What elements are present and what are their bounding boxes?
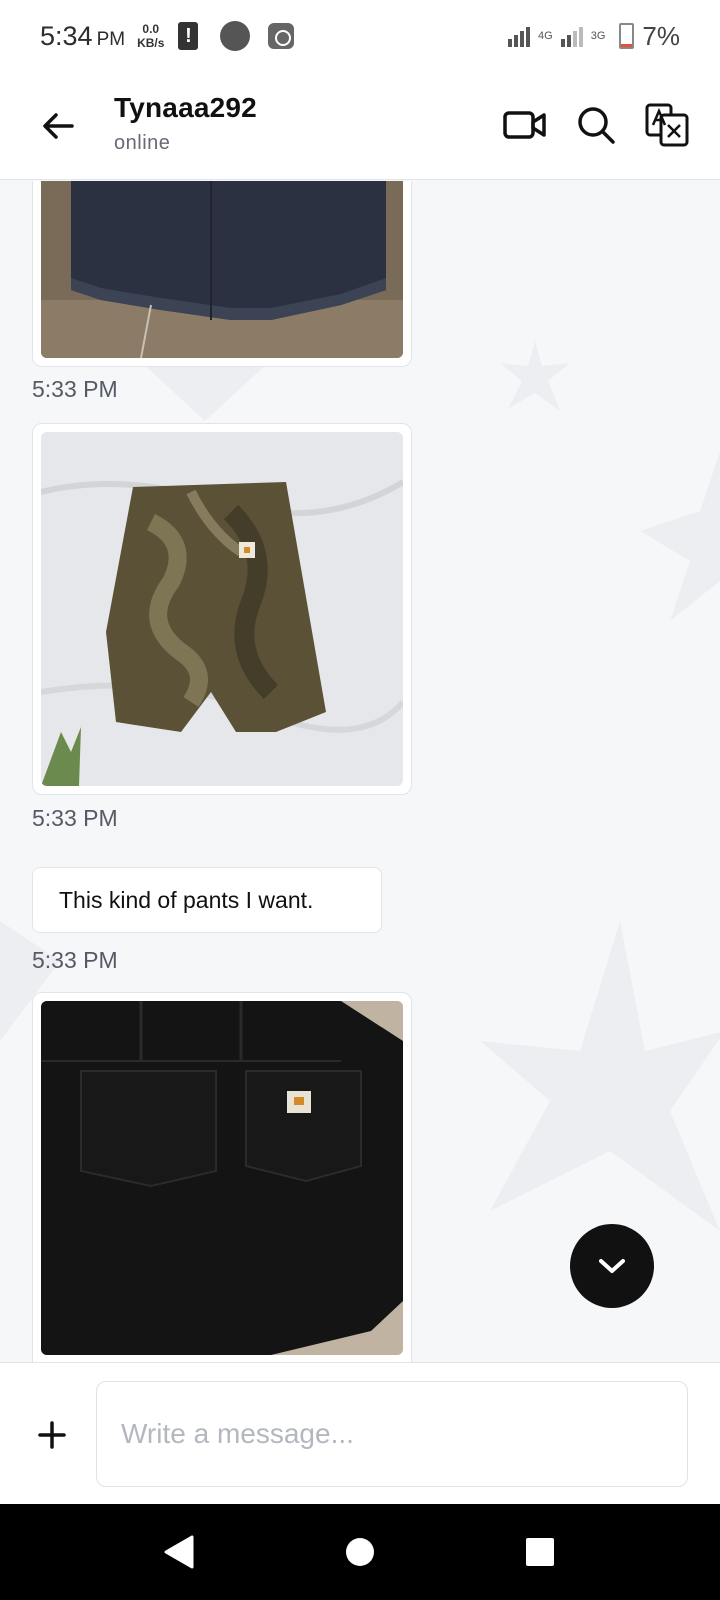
image-message[interactable] [32,423,412,795]
back-arrow-icon [43,113,74,139]
photo-camo-shorts[interactable] [41,432,403,786]
chevron-down-icon [599,1259,625,1273]
alert-icon: ! [178,22,199,50]
circle-icon [220,21,251,51]
background-star-icon [500,341,570,411]
background-star-icon [140,361,270,421]
system-nav-bar [0,1504,720,1600]
background-star-icon [640,451,720,621]
back-button[interactable] [38,106,78,146]
photo-black-shorts[interactable] [41,1001,403,1355]
message-timestamp: 5:33 PM [32,947,118,973]
signal-icon [560,25,583,47]
background-star-icon [480,921,720,1231]
video-call-icon [503,111,546,139]
search-button[interactable] [573,102,619,148]
home-circle-icon [346,1538,374,1566]
chat-header: Tynaaa292 online [0,72,720,180]
video-call-button[interactable] [502,102,548,148]
battery-icon [619,23,635,49]
message-timestamp: 5:33 PM [32,376,118,402]
chat-area[interactable]: 5:33 PM 5:33 PM This kind of pants I wan… [0,181,720,1362]
message-composer [0,1362,720,1504]
plus-icon [38,1421,66,1449]
photo-denim-shorts[interactable] [41,181,403,358]
denim-shorts-photo [41,181,403,358]
net-speed: 0.0 KB/s [137,22,165,50]
nav-back-button[interactable] [158,1532,198,1572]
net-4g-label: 4G [538,30,553,42]
message-text: This kind of pants I want. [59,886,314,913]
camo-shorts-photo [41,432,403,786]
translate-icon [645,103,689,147]
image-message[interactable] [32,992,412,1362]
status-time: 5:34 PM [40,20,126,51]
image-message[interactable] [32,181,412,367]
message-timestamp: 5:33 PM [32,805,118,831]
app-icon [268,23,295,49]
net-3g-label: 3G [590,30,606,42]
recents-square-icon [526,1538,554,1566]
battery-percent: 7% [642,20,680,51]
message-input[interactable] [96,1381,688,1487]
back-triangle-icon [164,1535,194,1569]
attach-button[interactable] [30,1413,74,1457]
contact-title[interactable]: Tynaaa292 online [114,92,257,155]
text-message[interactable]: This kind of pants I want. [32,867,382,933]
translate-button[interactable] [644,102,690,148]
nav-recents-button[interactable] [520,1532,560,1572]
contact-status: online [114,132,171,154]
signal-icon [508,25,531,47]
status-bar: 5:34 PM 0.0 KB/s ! 4G 3G 7% [0,0,720,72]
search-icon [578,107,615,144]
status-right: 4G 3G 7% [508,21,680,52]
scroll-to-bottom-button[interactable] [570,1224,654,1308]
nav-home-button[interactable] [340,1532,380,1572]
contact-name: Tynaaa292 [114,92,257,123]
black-shorts-photo [41,1001,403,1355]
